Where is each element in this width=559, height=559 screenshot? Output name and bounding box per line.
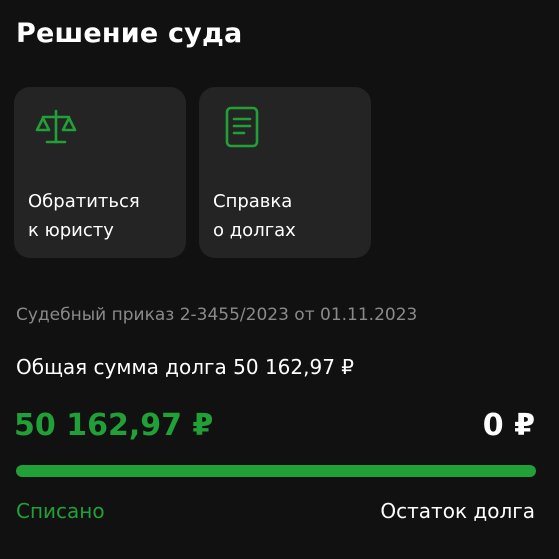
debt-progress-fill — [16, 465, 536, 477]
page-title: Решение суда — [16, 18, 243, 49]
contact-lawyer-label: Обратиться к юристу — [28, 187, 178, 245]
remaining-amount: 0 ₽ — [482, 408, 535, 443]
paid-label: Списано — [16, 499, 105, 523]
scales-icon — [35, 109, 77, 144]
court-order-info: Судебный приказ 2-3455/2023 от 01.11.202… — [16, 305, 418, 325]
remaining-label: Остаток долга — [380, 499, 535, 523]
debt-certificate-label-line1: Справка — [213, 191, 293, 212]
total-debt: Общая сумма долга 50 162,97 ₽ — [16, 355, 355, 379]
debt-certificate-card[interactable]: Справка о долгах — [199, 87, 371, 258]
contact-lawyer-card[interactable]: Обратиться к юристу — [14, 87, 186, 258]
contact-lawyer-label-line1: Обратиться — [28, 191, 140, 212]
contact-lawyer-label-line2: к юристу — [28, 220, 114, 241]
debt-progress-bar — [16, 465, 536, 477]
debt-certificate-label-line2: о долгах — [213, 220, 296, 241]
paid-amount: 50 162,97 ₽ — [14, 408, 214, 443]
debt-certificate-label: Справка о долгах — [213, 187, 363, 245]
document-icon — [225, 106, 259, 148]
